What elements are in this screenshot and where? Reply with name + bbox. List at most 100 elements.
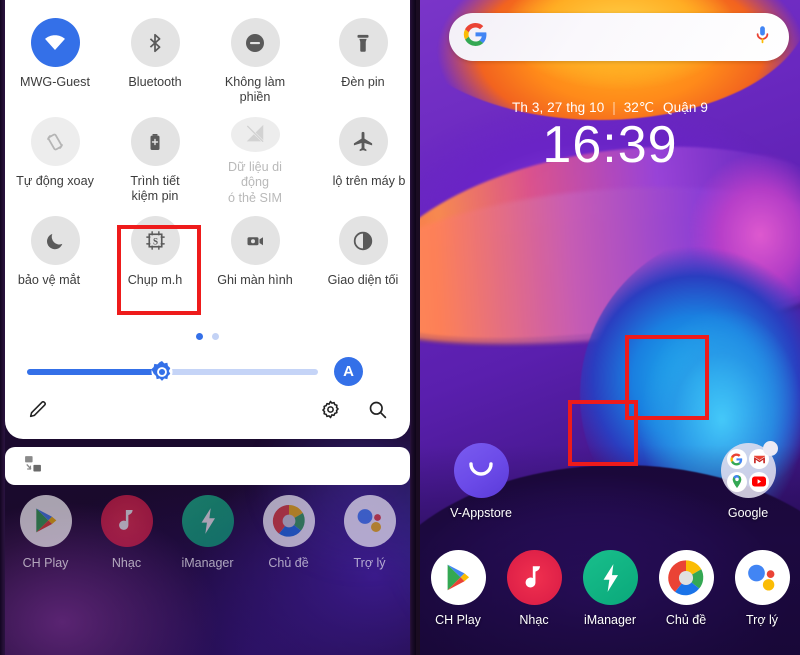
qs-tile-mobile-data[interactable]: Dữ liệu di động ó thẻ SIM <box>205 107 305 206</box>
qs-tile-eye-care[interactable]: bảo vệ mắt <box>5 206 105 305</box>
qs-label-screenshot: Chụp m.h <box>127 273 183 287</box>
qs-label-dark-mode: Giao diện tối <box>327 273 399 287</box>
dock-app-tro-ly[interactable]: Trợ lý <box>337 495 403 570</box>
brightness-row: A <box>5 357 410 386</box>
google-play-icon <box>430 550 486 605</box>
home-app-ch-play[interactable]: CH Play <box>423 550 493 627</box>
quick-settings-footer <box>5 398 410 425</box>
qs-label-airplane-mode: lộ trên máy b <box>332 174 406 188</box>
qs-label-auto-rotate: Tự động xoay <box>16 174 94 188</box>
google-play-icon <box>19 495 72 547</box>
home-app-label-chu-de: Chủ đề <box>665 613 707 627</box>
qs-tile-wifi[interactable]: MWG-Guest <box>5 8 105 107</box>
imanager-icon <box>181 495 234 547</box>
flashlight-icon <box>338 18 388 67</box>
widget-date: Th 3, 27 thg 10 <box>512 100 605 115</box>
dock-app-chu-de[interactable]: Chủ đề <box>256 495 322 570</box>
svg-text:S: S <box>152 236 157 246</box>
google-g-icon <box>463 22 488 52</box>
screen-record-icon <box>230 216 280 265</box>
battery-saver-icon <box>130 117 180 166</box>
brightness-fill <box>27 368 164 375</box>
dock-label-imanager: iManager <box>181 556 234 570</box>
qs-label-do-not-disturb: Không làm phiền <box>224 75 286 105</box>
qs-tile-battery-saver[interactable]: Trình tiết kiệm pin <box>105 107 205 206</box>
qs-tile-screen-record[interactable]: Ghi màn hình <box>205 206 305 305</box>
themes-icon <box>658 550 714 605</box>
music-icon <box>506 550 562 605</box>
bluetooth-icon <box>130 18 180 67</box>
home-folder-label-google: Google <box>727 506 769 520</box>
qs-tile-flashlight[interactable]: Đèn pin <box>305 8 416 107</box>
google-folder-icon <box>720 441 778 498</box>
qs-sublabel-mobile-data: ó thẻ SIM <box>228 190 282 205</box>
screenshot-icon: S <box>130 216 180 265</box>
dock-app-ch-play[interactable]: CH Play <box>13 495 79 570</box>
qs-tile-screenshot[interactable]: S Chụp m.h <box>105 206 205 305</box>
qs-tile-do-not-disturb[interactable]: Không làm phiền <box>205 8 305 107</box>
dock-app-nhac[interactable]: Nhạc <box>94 495 160 570</box>
widget-temperature: 32℃ <box>623 100 655 115</box>
search-icon[interactable] <box>367 399 388 425</box>
home-app-vappstore[interactable]: V-Appstore <box>446 443 516 520</box>
assistant-icon <box>734 550 790 605</box>
wifi-icon <box>30 18 80 67</box>
assistant-icon <box>343 495 396 547</box>
qs-label-screen-record: Ghi màn hình <box>217 273 293 287</box>
qs-label-flashlight: Đèn pin <box>341 75 385 89</box>
dock-label-ch-play: CH Play <box>22 556 69 570</box>
gear-icon[interactable] <box>320 399 341 425</box>
dock-label-tro-ly: Trợ lý <box>353 556 386 570</box>
quick-settings-pagination <box>5 333 410 340</box>
page-dot-active[interactable] <box>196 333 203 340</box>
qs-tile-airplane-mode[interactable]: lộ trên máy b <box>305 107 416 206</box>
home-app-label-imanager: iManager <box>583 613 637 627</box>
google-search-bar[interactable] <box>449 13 789 61</box>
qs-tile-bluetooth[interactable]: Bluetooth <box>105 8 205 107</box>
auto-brightness-label: A <box>343 363 354 380</box>
home-folder-google[interactable]: Google <box>713 441 783 520</box>
folder-google-search-icon <box>726 449 747 469</box>
vappstore-icon <box>453 443 509 498</box>
microphone-icon[interactable] <box>752 24 773 50</box>
quick-settings-grid: MWG-Guest Bluetooth Không làm phiền Đèn … <box>5 8 410 305</box>
home-app-imanager[interactable]: iManager <box>575 550 645 627</box>
home-app-chu-de[interactable]: Chủ đề <box>651 550 721 627</box>
brightness-slider[interactable] <box>27 360 318 382</box>
page-dot-inactive[interactable] <box>212 333 219 340</box>
widget-info-line: Th 3, 27 thg 10 | 32℃ Quận 9 <box>420 100 800 116</box>
auto-brightness-button[interactable]: A <box>334 357 363 386</box>
home-app-label-vappstore: V-Appstore <box>450 506 512 520</box>
music-icon <box>100 495 153 547</box>
left-phone-screen: MWG-Guest Bluetooth Không làm phiền Đèn … <box>0 0 416 655</box>
home-app-tro-ly[interactable]: Trợ lý <box>727 550 797 627</box>
left-phone-right-bezel <box>410 0 416 655</box>
qs-label-bluetooth: Bluetooth <box>128 75 182 89</box>
folder-maps-icon <box>726 471 747 492</box>
brightness-thumb-sun-icon[interactable] <box>148 358 176 386</box>
themes-icon <box>262 495 315 547</box>
qs-label-battery-saver: Trình tiết kiệm pin <box>130 174 180 204</box>
home-app-nhac[interactable]: Nhạc <box>499 550 569 627</box>
airplane-mode-icon <box>338 117 388 166</box>
home-app-label-nhac: Nhạc <box>519 613 549 627</box>
right-dock: CH Play Nhạc iManager Chủ đề Trợ lý <box>420 550 800 627</box>
pencil-edit-icon[interactable] <box>27 398 49 425</box>
dock-app-imanager[interactable]: iManager <box>175 495 241 570</box>
qs-label-wifi: MWG-Guest <box>20 75 90 89</box>
auto-rotate-icon <box>30 117 80 166</box>
left-dock: CH Play Nhạc iManager Chủ đề Trợ lý <box>5 495 410 570</box>
widget-separator: | <box>612 100 616 115</box>
qs-tile-auto-rotate[interactable]: Tự động xoay <box>5 107 105 206</box>
imanager-icon <box>582 550 638 605</box>
left-phone-left-bezel <box>0 0 5 655</box>
mobile-data-off-icon <box>230 117 280 152</box>
clock-weather-widget[interactable]: Th 3, 27 thg 10 | 32℃ Quận 9 16:39 <box>420 100 800 173</box>
folder-youtube-icon <box>749 471 769 492</box>
qs-tile-dark-mode[interactable]: Giao diện tối <box>305 206 416 305</box>
qs-label-eye-care: bảo vệ mắt <box>17 273 81 287</box>
folder-badge <box>762 441 778 456</box>
notification-card[interactable] <box>5 447 410 485</box>
multi-window-icon <box>23 454 43 479</box>
widget-location: Quận 9 <box>663 100 708 115</box>
